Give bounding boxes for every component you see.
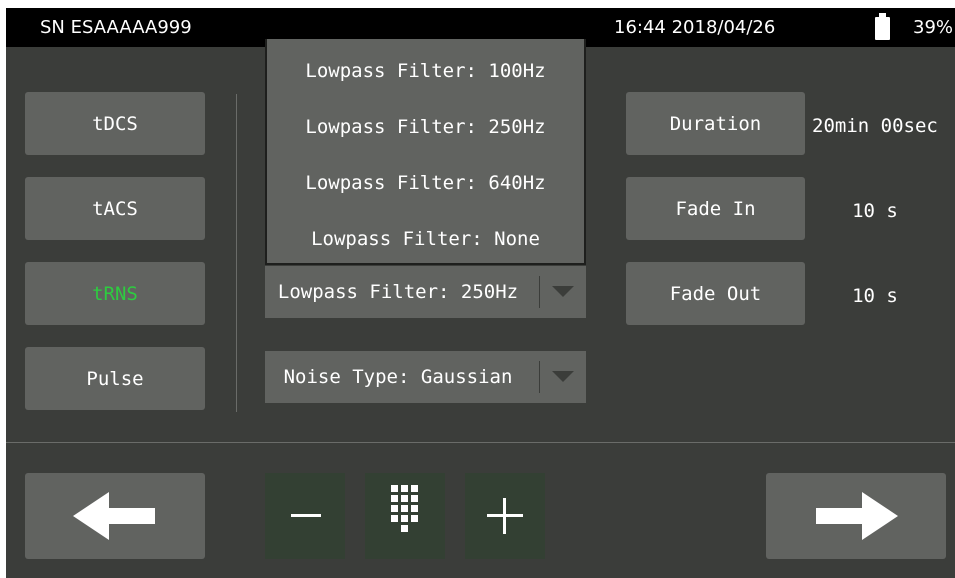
mode-label: tRNS xyxy=(92,282,138,305)
filter-option-640hz[interactable]: Lowpass Filter: 640Hz xyxy=(267,172,584,194)
duration-button[interactable]: Duration xyxy=(626,92,805,155)
mode-button-pulse[interactable]: Pulse xyxy=(25,347,205,410)
mode-label: Pulse xyxy=(86,367,144,390)
serial-number: SN ESAAAAA999 xyxy=(40,17,192,38)
keypad-button[interactable] xyxy=(365,473,445,559)
device-screen: SN ESAAAAA999 16:44 2018/04/26 39% tDCS … xyxy=(6,8,955,578)
dropdown-separator xyxy=(539,361,540,393)
mode-button-tdcs[interactable]: tDCS xyxy=(25,92,205,155)
mode-button-tacs[interactable]: tACS xyxy=(25,177,205,240)
plus-button[interactable] xyxy=(465,473,545,559)
dropdown-arrow-icon[interactable] xyxy=(552,286,574,297)
duration-value: 20min 00sec xyxy=(812,115,938,137)
minus-icon xyxy=(291,514,321,517)
fade-out-label: Fade Out xyxy=(669,282,762,305)
back-button[interactable] xyxy=(25,473,205,559)
dropdown-separator xyxy=(539,276,540,308)
mode-label: tACS xyxy=(92,197,138,220)
fade-in-label: Fade In xyxy=(675,197,756,220)
noise-type-value: Noise Type: Gaussian xyxy=(283,366,513,388)
filter-option-none[interactable]: Lowpass Filter: None xyxy=(267,228,584,250)
arrow-right-icon xyxy=(816,492,898,540)
vertical-divider xyxy=(236,94,237,412)
fade-out-button[interactable]: Fade Out xyxy=(626,262,805,325)
fade-in-button[interactable]: Fade In xyxy=(626,177,805,240)
duration-label: Duration xyxy=(669,112,762,135)
lowpass-filter-options: Lowpass Filter: 100Hz Lowpass Filter: 25… xyxy=(265,39,586,265)
minus-button[interactable] xyxy=(265,473,345,559)
dropdown-arrow-icon[interactable] xyxy=(552,371,574,382)
fade-in-value: 10 s xyxy=(852,200,898,222)
noise-type-select[interactable]: Noise Type: Gaussian xyxy=(265,351,586,403)
lowpass-filter-value: Lowpass Filter: 250Hz xyxy=(277,281,519,303)
arrow-left-icon xyxy=(73,492,155,540)
plus-icon-vertical xyxy=(503,498,506,534)
date-time: 16:44 2018/04/26 xyxy=(614,17,776,38)
keypad-icon xyxy=(391,485,418,532)
lowpass-filter-select[interactable]: Lowpass Filter: 250Hz xyxy=(265,266,586,318)
filter-option-100hz[interactable]: Lowpass Filter: 100Hz xyxy=(267,60,584,82)
fade-out-value: 10 s xyxy=(852,285,898,307)
mode-label: tDCS xyxy=(92,112,138,135)
battery-icon xyxy=(875,13,890,40)
battery-percent: 39% xyxy=(913,17,954,38)
filter-option-250hz[interactable]: Lowpass Filter: 250Hz xyxy=(267,116,584,138)
next-button[interactable] xyxy=(766,473,946,559)
horizontal-divider xyxy=(6,442,955,443)
mode-button-trns[interactable]: tRNS xyxy=(25,262,205,325)
